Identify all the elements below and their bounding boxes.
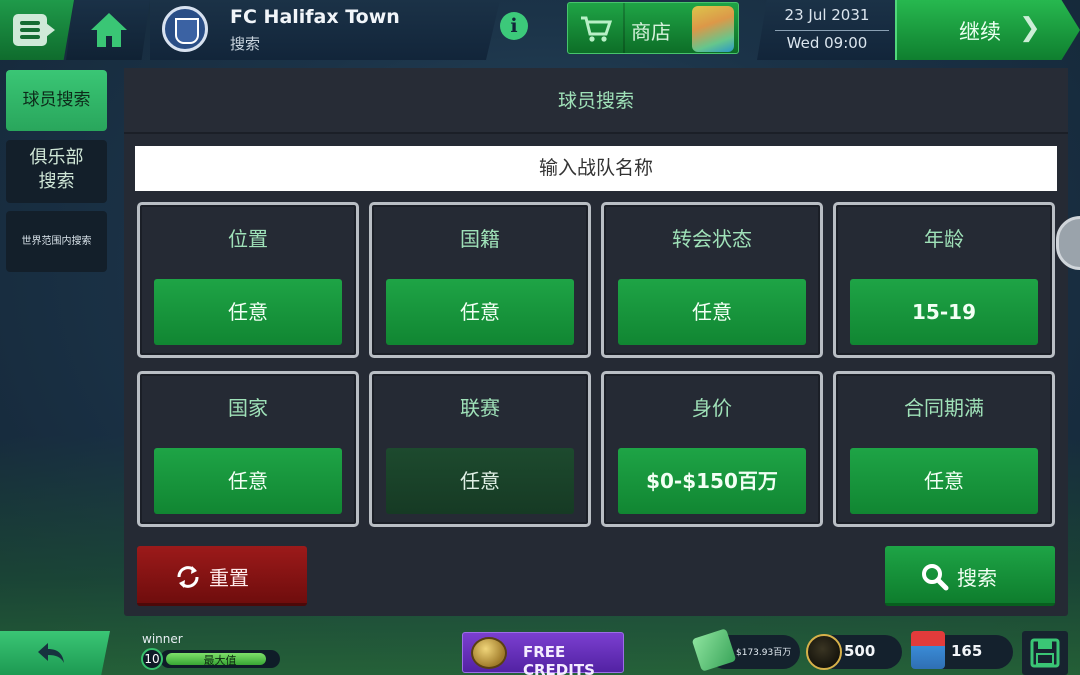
coin-balance: 500 [806,634,902,670]
filter-label: 转会状态 [672,227,752,251]
continue-label: 继续 [959,20,1001,44]
game-date: 23 Jul 2031 [784,6,870,24]
coin-value: 500 [844,642,876,660]
filter-age: 年龄 15-19 [833,202,1055,358]
filter-label: 位置 [228,227,268,251]
reset-button[interactable]: 重置 [137,546,307,606]
team-name-input[interactable]: 输入战队名称 [135,146,1057,191]
xp-label: 最大值 [203,654,237,667]
free-credits-button[interactable]: FREE CREDITS [462,632,624,675]
filter-league: 联赛 任意 [369,371,591,527]
back-button[interactable] [0,631,110,675]
top-bar: FC Halifax Town 搜索 i 商店 23 Jul 2031 Wed … [0,0,1080,62]
shop-label: 商店 [631,20,671,44]
sidebar-item-label: 俱乐部 搜索 [29,147,84,192]
search-button[interactable]: 搜索 [885,546,1055,606]
filter-label: 合同期满 [904,396,984,420]
filter-transfer-status: 转会状态 任意 [601,202,823,358]
continue-button[interactable]: 继续 ❯ [895,0,1080,60]
free-credits-label: FREE CREDITS [523,643,595,675]
filter-value-button[interactable]: 15-19 [850,279,1038,345]
filter-label: 国籍 [460,227,500,251]
xp-bar: 最大值 [160,650,280,668]
token-balance: 165 [911,631,1013,669]
filter-value-button[interactable]: 任意 [386,279,574,345]
filter-value-button[interactable]: 任意 [386,448,574,514]
date-divider [775,30,889,31]
filter-country: 国家 任意 [137,371,359,527]
info-icon[interactable]: i [500,12,528,40]
filter-label: 年龄 [924,227,964,251]
club-crest [162,6,208,52]
refresh-icon [177,566,199,588]
filter-nationality: 国籍 任意 [369,202,591,358]
cart-icon [581,16,612,42]
filter-position: 位置 任意 [137,202,359,358]
level-badge: 10 [141,648,163,670]
home-button[interactable] [66,0,150,60]
filter-value-button[interactable]: 任意 [850,448,1038,514]
money-value: $173.93百万 [736,648,792,658]
sidebar-item-label: 球员搜索 [22,90,91,110]
search-icon [922,564,949,591]
panel-title: 球员搜索 [124,68,1068,134]
filter-value: 身价 $0-$150百万 [601,371,823,527]
money-balance: $173.93百万 [691,628,800,672]
save-icon [1030,638,1060,668]
filter-value-button[interactable]: 任意 [154,448,342,514]
menu-button[interactable] [0,0,74,60]
filter-label: 身价 [692,396,732,420]
filter-label: 联赛 [460,396,500,420]
shop-illustration [692,6,734,52]
save-button[interactable] [1022,631,1068,675]
sidebar-item-world-search[interactable]: 世界范围内搜索 [6,211,107,272]
coin-icon [806,634,842,670]
search-label: 搜索 [957,566,997,590]
filter-value-button[interactable]: 任意 [154,279,342,345]
filter-value-button[interactable]: $0-$150百万 [618,448,806,514]
shop-divider [623,3,625,53]
shop-button[interactable]: 商店 [567,2,739,54]
screen-subtitle: 搜索 [230,35,261,53]
token-icon [911,631,945,669]
filter-label: 国家 [228,396,268,420]
sidebar-item-label: 世界范围内搜索 [21,236,92,247]
back-arrow-icon [38,643,64,663]
sidebar-item-player-search[interactable]: 球员搜索 [6,70,107,131]
club-name: FC Halifax Town [230,6,400,28]
game-time: Wed 09:00 [786,34,868,52]
reset-label: 重置 [209,566,249,590]
sidebar-item-club-search[interactable]: 俱乐部 搜索 [6,140,107,203]
menu-icon [13,14,55,46]
chevron-right-icon: ❯ [1019,13,1041,43]
token-value: 165 [951,642,983,660]
home-icon [91,13,127,47]
coin-icon [471,637,507,669]
club-header: FC Halifax Town 搜索 [150,0,500,60]
search-panel: 球员搜索 输入战队名称 位置 任意 国籍 任意 转会状态 任意 年龄 15-19… [124,68,1068,616]
date-box: 23 Jul 2031 Wed 09:00 [757,0,897,60]
filter-value-button[interactable]: 任意 [618,279,806,345]
user-name: winner [142,632,183,646]
filter-contract-expiry: 合同期满 任意 [833,371,1055,527]
